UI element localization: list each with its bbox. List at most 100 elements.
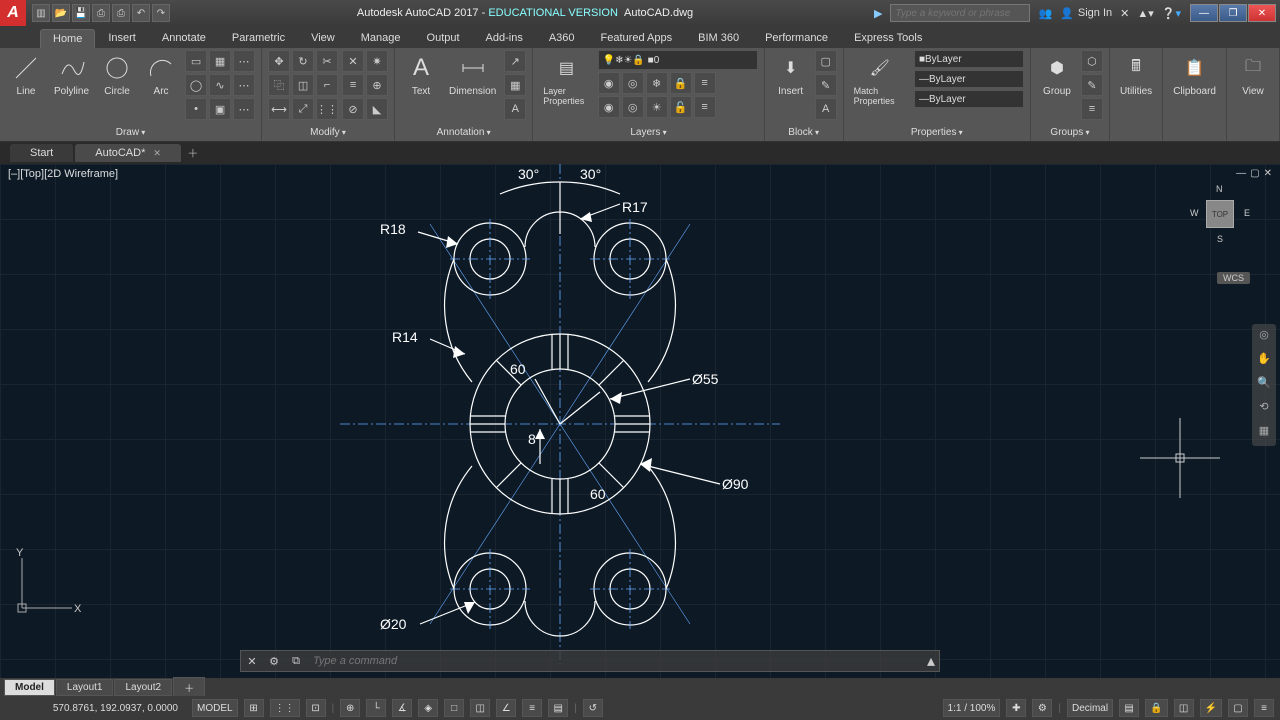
canvas-window-controls[interactable]: —▢✕: [1236, 168, 1272, 179]
status-clean-icon[interactable]: ▢: [1228, 699, 1248, 717]
chamfer-icon[interactable]: ◣: [366, 98, 388, 120]
status-dyninput-icon[interactable]: ⊕: [340, 699, 360, 717]
region-icon[interactable]: ▣: [209, 98, 231, 120]
layer-combo[interactable]: 💡❄☀🔒 ■ 0: [598, 50, 758, 70]
explode-icon[interactable]: ✷: [366, 50, 388, 72]
linetype-combo[interactable]: — ByLayer: [914, 90, 1024, 108]
join-icon[interactable]: ⊕: [366, 74, 388, 96]
layfrz-icon[interactable]: ❄: [646, 72, 668, 94]
command-input[interactable]: [307, 655, 923, 667]
status-lwt-icon[interactable]: ≡: [522, 699, 542, 717]
scale-icon[interactable]: ⤢: [292, 98, 314, 120]
laymch-icon[interactable]: ≡: [694, 72, 716, 94]
status-units[interactable]: Decimal: [1067, 699, 1113, 717]
exchange-icon[interactable]: ✕: [1120, 7, 1129, 20]
insert-tool[interactable]: ⬇Insert: [771, 50, 811, 99]
new-tab-button[interactable]: ＋: [183, 145, 203, 161]
status-isodraft-icon[interactable]: ◈: [418, 699, 438, 717]
app-menu-icon[interactable]: A: [0, 0, 26, 26]
rotate-icon[interactable]: ↻: [292, 50, 314, 72]
tab-featured[interactable]: Featured Apps: [588, 28, 686, 48]
viewcube[interactable]: N S E W TOP: [1190, 184, 1250, 244]
panel-annotation-label[interactable]: Annotation: [401, 126, 526, 139]
color-combo[interactable]: ■ ByLayer: [914, 50, 1024, 68]
status-infer-icon[interactable]: ⊡: [306, 699, 326, 717]
status-annomon-icon[interactable]: ✚: [1006, 699, 1026, 717]
panel-layers-label[interactable]: Layers: [539, 126, 757, 139]
spline-icon[interactable]: ∿: [209, 74, 231, 96]
qat-new-icon[interactable]: ▥: [32, 4, 50, 22]
search-input[interactable]: [890, 4, 1030, 22]
orbit-icon[interactable]: ⟲: [1255, 400, 1273, 418]
status-3dosnap-icon[interactable]: ◫: [470, 699, 490, 717]
mtext-icon[interactable]: A: [504, 98, 526, 120]
copy-icon[interactable]: ⿻: [268, 74, 290, 96]
qat-saveas-icon[interactable]: ⎙: [92, 4, 110, 22]
steering-wheel-icon[interactable]: ◎: [1255, 328, 1273, 346]
tab-bim360[interactable]: BIM 360: [685, 28, 752, 48]
pan-icon[interactable]: ✋: [1255, 352, 1273, 370]
layout-tab-new[interactable]: ＋: [173, 677, 205, 698]
panel-properties-label[interactable]: Properties: [850, 126, 1024, 139]
group-edit-icon[interactable]: ✎: [1081, 74, 1103, 96]
layout-tab-model[interactable]: Model: [4, 679, 55, 696]
status-ws-icon[interactable]: ⚙: [1032, 699, 1052, 717]
autodesk-icon[interactable]: ▲▾: [1137, 7, 1153, 20]
match-properties-tool[interactable]: 🖌Match Properties: [850, 50, 910, 108]
tab-home[interactable]: Home: [40, 29, 95, 48]
status-tpy-icon[interactable]: ▤: [548, 699, 568, 717]
maximize-button[interactable]: ❐: [1219, 4, 1247, 22]
status-polar-icon[interactable]: ∡: [392, 699, 412, 717]
attr-icon[interactable]: A: [815, 98, 837, 120]
minimize-button[interactable]: —: [1190, 4, 1218, 22]
status-hwacc-icon[interactable]: ⚡: [1200, 699, 1222, 717]
status-grid-icon[interactable]: ⊞: [244, 699, 264, 717]
layulk-icon[interactable]: 🔓: [670, 96, 692, 118]
qat-open-icon[interactable]: 📂: [52, 4, 70, 22]
laycur-icon[interactable]: ≡: [694, 96, 716, 118]
leader-icon[interactable]: ↗: [504, 50, 526, 72]
panel-modify-label[interactable]: Modify: [268, 126, 388, 139]
cmdline-config-icon[interactable]: ⚙: [263, 651, 285, 671]
more2-icon[interactable]: ⋯: [233, 74, 255, 96]
viewport-controls[interactable]: [–][Top][2D Wireframe]: [8, 168, 118, 180]
file-tab-autocad[interactable]: AutoCAD*✕: [75, 144, 181, 162]
edit-block-icon[interactable]: ✎: [815, 74, 837, 96]
tab-view[interactable]: View: [298, 28, 348, 48]
arc-tool[interactable]: Arc: [141, 50, 181, 99]
tab-parametric[interactable]: Parametric: [219, 28, 298, 48]
viewcube-top-face[interactable]: TOP: [1206, 200, 1234, 228]
panel-groups-label[interactable]: Groups: [1037, 126, 1103, 139]
status-iso-icon[interactable]: ◫: [1174, 699, 1194, 717]
more-icon[interactable]: ⋯: [233, 50, 255, 72]
layuniso-icon[interactable]: ◎: [622, 96, 644, 118]
more3-icon[interactable]: ⋯: [233, 98, 255, 120]
tab-manage[interactable]: Manage: [348, 28, 414, 48]
tab-insert[interactable]: Insert: [95, 28, 149, 48]
offset-icon[interactable]: ≡: [342, 74, 364, 96]
line-tool[interactable]: Line: [6, 50, 46, 99]
file-tab-start[interactable]: Start: [10, 144, 73, 162]
break-icon[interactable]: ⊘: [342, 98, 364, 120]
cmdline-close-icon[interactable]: ✕: [241, 651, 263, 671]
status-osnap-icon[interactable]: □: [444, 699, 464, 717]
array-icon[interactable]: ⋮⋮: [316, 98, 338, 120]
trim-icon[interactable]: ✂: [316, 50, 338, 72]
tab-performance[interactable]: Performance: [752, 28, 841, 48]
status-otrack-icon[interactable]: ∠: [496, 699, 516, 717]
hatch-icon[interactable]: ▦: [209, 50, 231, 72]
cmdline-history-icon[interactable]: ▴: [923, 651, 939, 671]
qat-save-icon[interactable]: 💾: [72, 4, 90, 22]
tab-output[interactable]: Output: [414, 28, 473, 48]
create-block-icon[interactable]: ▢: [815, 50, 837, 72]
status-snap-icon[interactable]: ⋮⋮: [270, 699, 300, 717]
tab-annotate[interactable]: Annotate: [149, 28, 219, 48]
signin-button[interactable]: 👤Sign In: [1060, 7, 1112, 20]
ellipse-icon[interactable]: ◯: [185, 74, 207, 96]
status-qp-icon[interactable]: ▤: [1119, 699, 1139, 717]
stretch-icon[interactable]: ⟷: [268, 98, 290, 120]
layon-icon[interactable]: ◉: [598, 96, 620, 118]
panel-draw-label[interactable]: Draw: [6, 126, 255, 139]
utilities-tool[interactable]: 🖩Utilities: [1116, 50, 1156, 99]
status-ortho-icon[interactable]: └: [366, 699, 386, 717]
